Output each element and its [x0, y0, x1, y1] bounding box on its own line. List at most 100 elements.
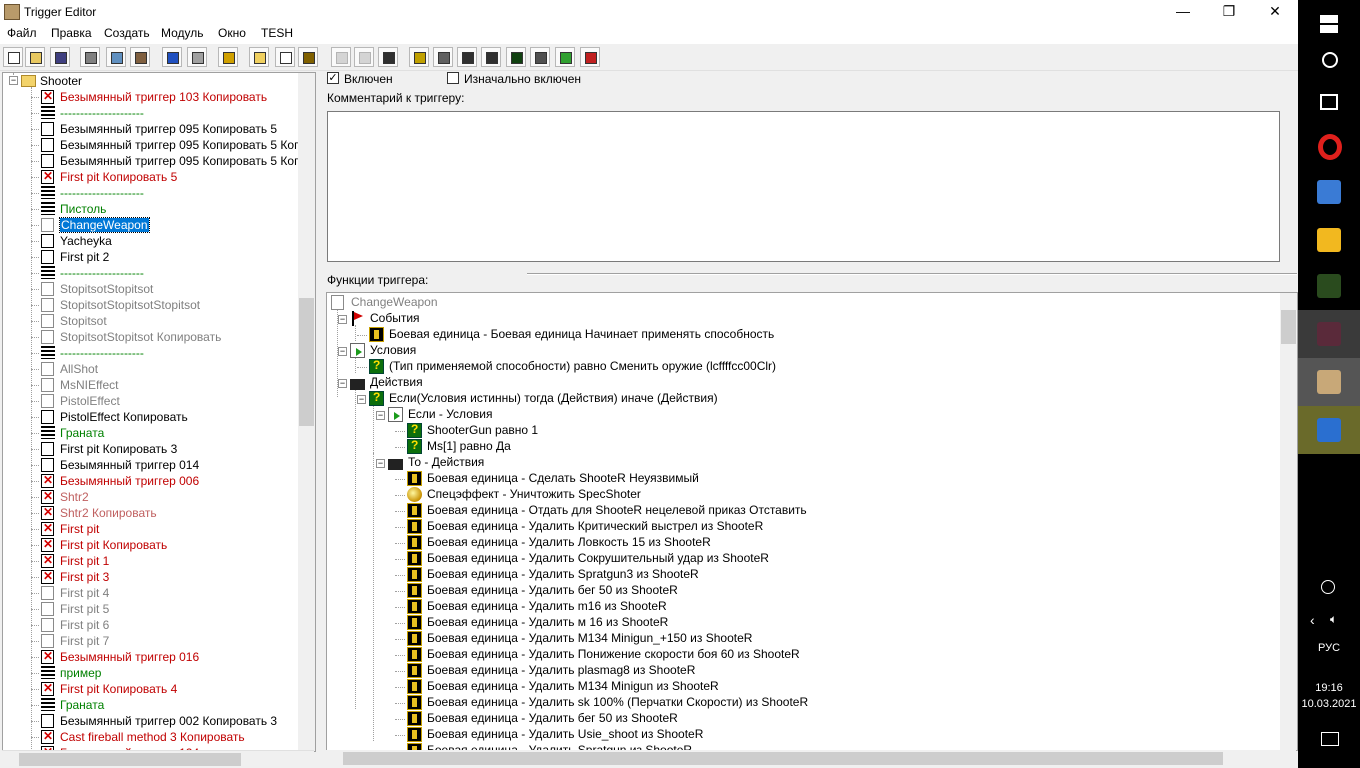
- volume-icon[interactable]: 🔈︎: [1330, 612, 1337, 627]
- paste-button[interactable]: [130, 47, 150, 67]
- tree-branch-line: [31, 209, 39, 210]
- tree-vertical-scrollbar[interactable]: [298, 73, 315, 751]
- file-explorer-taskbar-button[interactable]: [1298, 216, 1360, 264]
- tree-horizontal-scrollbar[interactable]: [2, 750, 314, 768]
- notifications-icon[interactable]: [1321, 732, 1339, 746]
- trigger-icon: [41, 122, 54, 136]
- functions-vertical-scrollbar[interactable]: [1280, 293, 1297, 750]
- unit-button[interactable]: [433, 47, 453, 67]
- model-button[interactable]: [457, 47, 477, 67]
- functions-horizontal-scrollbar[interactable]: [326, 750, 1296, 767]
- tree-item-label: First pit 5: [60, 602, 110, 616]
- function-branch-line: [395, 447, 405, 448]
- tree-branch-line: [31, 641, 39, 642]
- menu-module[interactable]: Модуль: [161, 26, 204, 40]
- function-collapse-button[interactable]: −: [376, 411, 385, 420]
- functions-divider[interactable]: [527, 273, 1297, 275]
- window-title: Trigger Editor: [24, 5, 97, 19]
- save-button[interactable]: [50, 47, 70, 67]
- vpn-taskbar-button[interactable]: [1298, 168, 1360, 216]
- copy-button[interactable]: [106, 47, 126, 67]
- menu-tesh[interactable]: TESH: [261, 26, 293, 40]
- delete-button[interactable]: [218, 47, 238, 67]
- chevron-up-icon[interactable]: ‹: [1310, 612, 1315, 628]
- clock[interactable]: 19:16 10.03.2021: [1298, 680, 1360, 712]
- tree-item-label: First pit Копировать: [60, 538, 168, 552]
- import-button[interactable]: [378, 47, 398, 67]
- tree-scroll-thumb[interactable]: [299, 298, 314, 426]
- object-button[interactable]: [530, 47, 550, 67]
- menu-bar: Файл Правка Создать Модуль Окно TESH: [0, 24, 1298, 44]
- close-button[interactable]: ✕: [1252, 0, 1298, 24]
- sound-button[interactable]: [409, 47, 429, 67]
- function-label: Боевая единица - Удалить Сокрушительный …: [427, 551, 769, 565]
- open-button[interactable]: [25, 47, 45, 67]
- enabled-checkbox[interactable]: ✓: [327, 72, 339, 84]
- tree-item-label: First pit Копировать 3: [60, 442, 178, 456]
- new-category-icon: [254, 52, 266, 64]
- undo-button[interactable]: [162, 47, 182, 67]
- media-taskbar-button[interactable]: [1298, 406, 1360, 454]
- tree-item-label: Безымянный триггер 095 Копировать 5 Коп …: [60, 154, 316, 168]
- maximize-button[interactable]: ❐: [1206, 0, 1252, 24]
- menu-window[interactable]: Окно: [218, 26, 246, 40]
- task-view-icon: [1320, 94, 1338, 110]
- function-label: Боевая единица - Боевая единица Начинает…: [389, 327, 775, 341]
- new-button[interactable]: [3, 47, 23, 67]
- new-category-button[interactable]: [249, 47, 269, 67]
- comment-scrollbar[interactable]: [1280, 111, 1297, 262]
- warcraft-reforged-taskbar-button[interactable]: [1298, 310, 1360, 358]
- functions-scroll-thumb[interactable]: [1281, 310, 1296, 344]
- minimize-button[interactable]: —: [1160, 0, 1206, 24]
- tree-branch-line: [31, 689, 39, 690]
- pane-splitter[interactable]: [316, 72, 324, 768]
- redo-button[interactable]: [187, 47, 207, 67]
- clock-time: 19:16: [1315, 682, 1343, 694]
- unit-action-icon: [407, 503, 422, 518]
- trigger-functions-tree[interactable]: ChangeWeapon − События Боевая единица - Бое…: [326, 292, 1298, 751]
- export-button[interactable]: [555, 47, 575, 67]
- world-editor-taskbar-button[interactable]: [1298, 358, 1360, 406]
- menu-file[interactable]: Файл: [7, 26, 37, 40]
- function-collapse-button[interactable]: −: [357, 395, 366, 404]
- tree-collapse-button[interactable]: −: [9, 76, 18, 85]
- new-trigger-button[interactable]: [275, 47, 295, 67]
- function-branch-line: [395, 527, 405, 528]
- error-trigger-icon: [41, 553, 54, 568]
- warcraft-taskbar-button[interactable]: [1298, 262, 1360, 310]
- task-view-taskbar-button[interactable]: [1298, 76, 1360, 124]
- apply-button[interactable]: [580, 47, 600, 67]
- disabled-button[interactable]: [354, 47, 374, 67]
- opera-taskbar-button[interactable]: [1298, 122, 1360, 170]
- trigger-icon: [331, 295, 344, 310]
- people-icon[interactable]: [1321, 580, 1335, 594]
- function-branch-line: [395, 735, 405, 736]
- comment-textarea[interactable]: [327, 111, 1280, 262]
- tree-hscroll-thumb[interactable]: [19, 753, 241, 766]
- functions-hscroll-thumb[interactable]: [343, 752, 1223, 765]
- function-collapse-button[interactable]: −: [376, 459, 385, 468]
- terrain-button[interactable]: [506, 47, 526, 67]
- tree-item-label: First pit 1: [60, 554, 110, 568]
- new-comment-button[interactable]: [298, 47, 318, 67]
- language-indicator[interactable]: РУС: [1298, 642, 1360, 654]
- unit-action-icon: [407, 535, 422, 550]
- cut-button[interactable]: [80, 47, 100, 67]
- disabled-trigger-icon: [41, 602, 54, 616]
- keyboard-button[interactable]: [481, 47, 501, 67]
- function-collapse-button[interactable]: −: [338, 379, 347, 388]
- function-collapse-button[interactable]: −: [338, 347, 347, 356]
- menu-create[interactable]: Создать: [104, 26, 150, 40]
- error-trigger-icon: [41, 537, 54, 552]
- trigger-tree[interactable]: − Shooter Безымянный триггер 103 Копироват…: [2, 72, 316, 752]
- tree-branch-line: [31, 385, 39, 386]
- initially-on-checkbox[interactable]: [447, 72, 459, 84]
- tree-item-label: Shtr2: [60, 490, 89, 504]
- menu-edit[interactable]: Правка: [51, 26, 92, 40]
- disabled-trigger-icon: [41, 618, 54, 632]
- test-map-button[interactable]: [331, 47, 351, 67]
- search-icon: [1322, 52, 1338, 68]
- function-collapse-button[interactable]: −: [338, 315, 347, 324]
- tree-item-label: Безымянный триггер 103 Копировать: [60, 90, 268, 104]
- tree-branch-line: [31, 561, 39, 562]
